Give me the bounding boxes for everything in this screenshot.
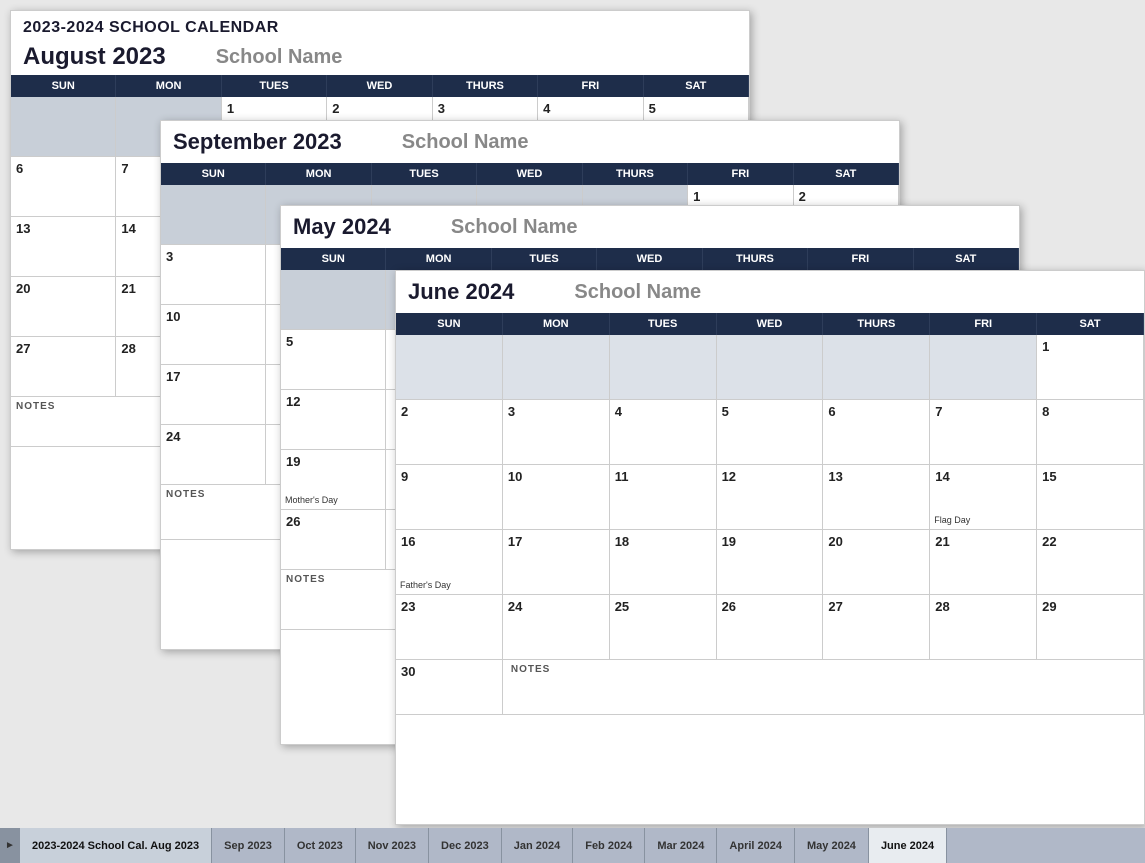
sep-day-headers: SUN MON TUES WED THURS FRI SAT [161, 163, 899, 185]
sep-school-name: School Name [402, 131, 529, 154]
tab-nov2023[interactable]: Nov 2023 [356, 828, 429, 863]
page-title: 2023-2024 SCHOOL CALENDAR [23, 19, 737, 37]
june-grid: 1 2 3 4 5 6 7 8 9 10 11 12 13 14Flag Day… [396, 335, 1144, 660]
august-school-name: School Name [216, 46, 343, 69]
tab-apr2024[interactable]: April 2024 [717, 828, 795, 863]
june-month-label: June 2024 [408, 279, 514, 305]
tab-scroll-left[interactable]: ► [0, 828, 20, 863]
aug-day-fri: FRI [538, 75, 643, 97]
aug-day-tue: TUES [222, 75, 327, 97]
tab-mar2024[interactable]: Mar 2024 [645, 828, 717, 863]
aug-day-wed: WED [327, 75, 432, 97]
may-month-label: May 2024 [293, 214, 391, 240]
aug-day-sun: SUN [11, 75, 116, 97]
aug-cell-20: 20 [11, 277, 116, 337]
aug-cell-blank1 [11, 97, 116, 157]
tab-bar: ► 2023-2024 School Cal. Aug 2023 Sep 202… [0, 828, 1145, 863]
june-day-headers: SUN MON TUES WED THURS FRI SAT [396, 313, 1144, 335]
august-day-headers: SUN MON TUES WED THURS FRI SAT [11, 75, 749, 97]
tab-may2024[interactable]: May 2024 [795, 828, 869, 863]
tab-dec2023[interactable]: Dec 2023 [429, 828, 502, 863]
aug-day-mon: MON [116, 75, 221, 97]
august-month-label: August 2023 [23, 43, 166, 71]
aug-day-sat: SAT [644, 75, 749, 97]
sep-month-label: September 2023 [173, 129, 342, 155]
june-card: June 2024 School Name SUN MON TUES WED T… [395, 270, 1145, 825]
tab-sep2023[interactable]: Sep 2023 [212, 828, 285, 863]
tab-jun2024[interactable]: June 2024 [869, 828, 947, 863]
aug-cell-27: 27 [11, 337, 116, 397]
june-last-row: 30 NOTES [396, 660, 1144, 715]
aug-cell-6: 6 [11, 157, 116, 217]
may-school-name: School Name [451, 216, 578, 239]
tab-jan2024[interactable]: Jan 2024 [502, 828, 573, 863]
tab-oct2023[interactable]: Oct 2023 [285, 828, 356, 863]
may-day-headers: SUN MON TUES WED THURS FRI SAT [281, 248, 1019, 270]
tab-feb2024[interactable]: Feb 2024 [573, 828, 645, 863]
june-notes: NOTES [503, 660, 1144, 715]
aug-day-thu: THURS [433, 75, 538, 97]
tab-aug2023[interactable]: 2023-2024 School Cal. Aug 2023 [20, 828, 212, 863]
main-content: 2023-2024 SCHOOL CALENDAR August 2023 Sc… [0, 0, 1145, 828]
june-school-name: School Name [574, 281, 701, 304]
aug-cell-13: 13 [11, 217, 116, 277]
